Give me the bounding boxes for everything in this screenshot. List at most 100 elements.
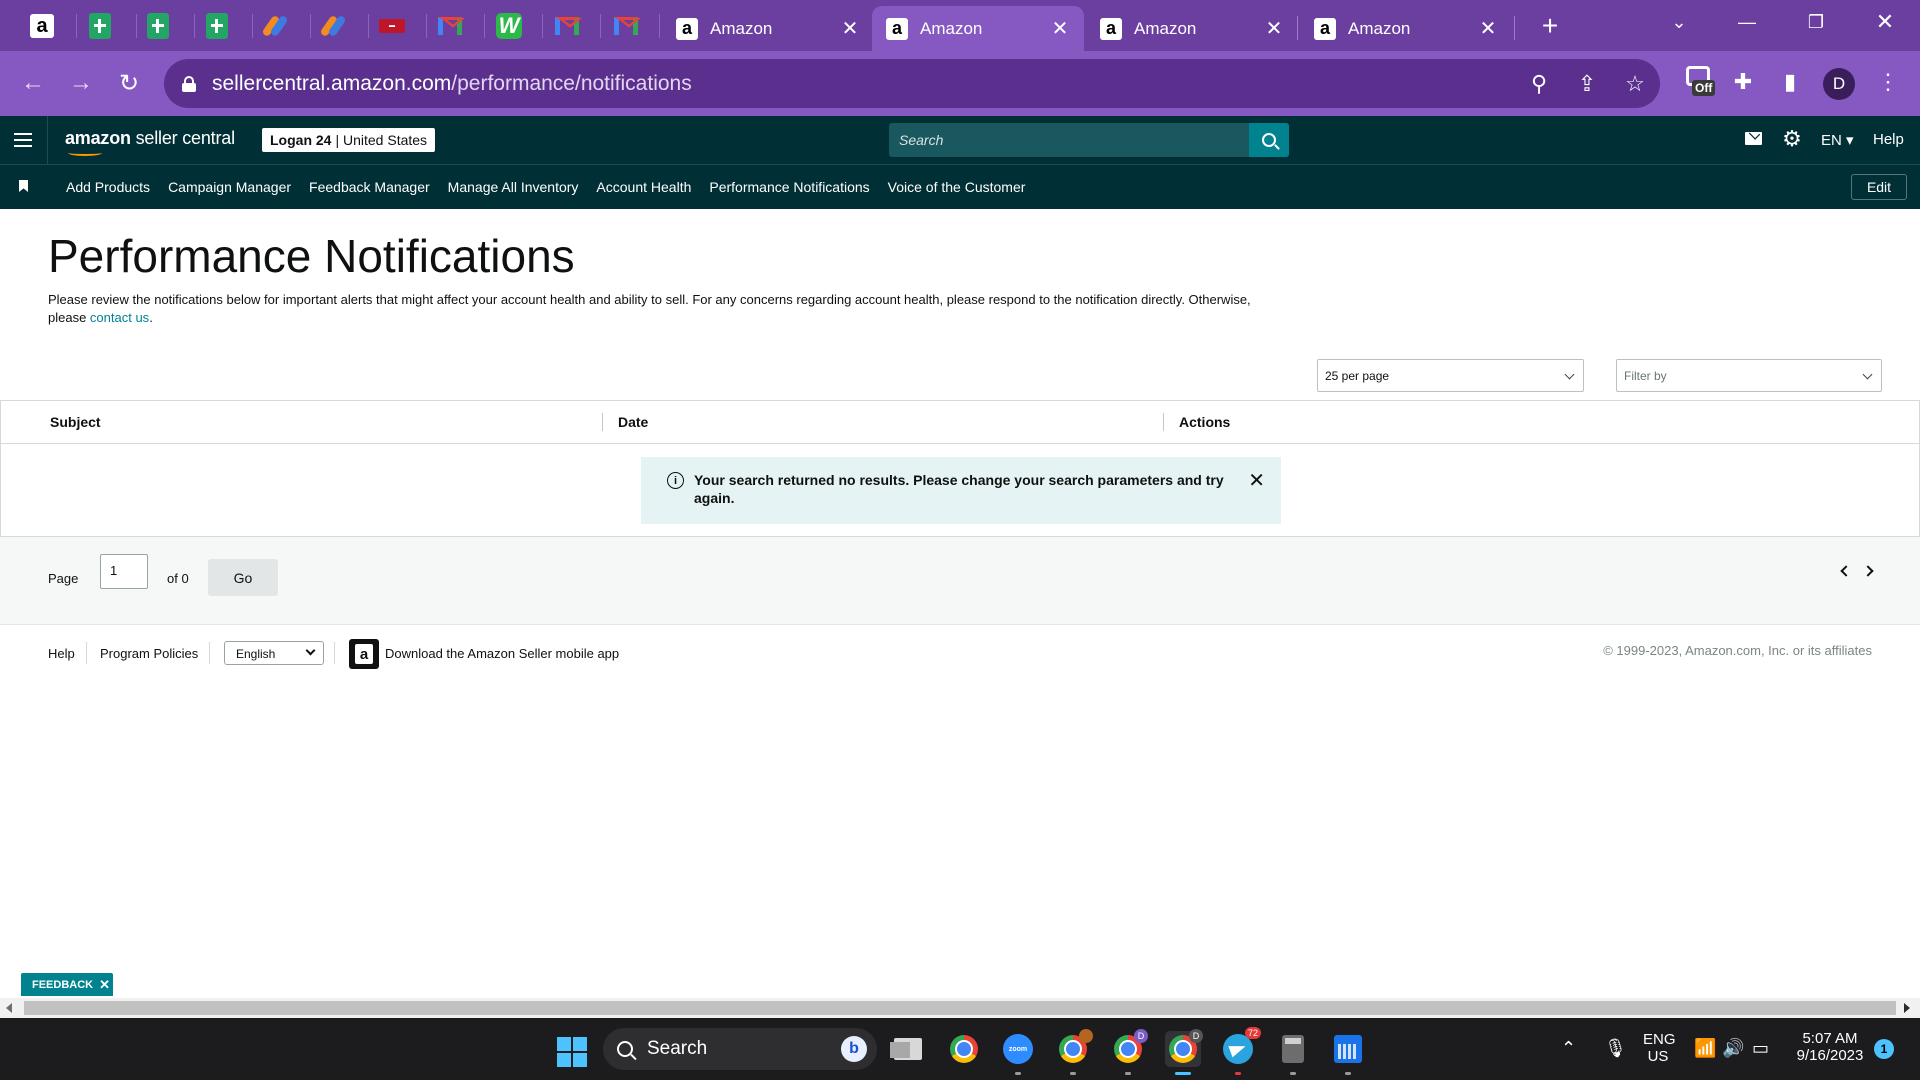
language-selector[interactable]: EN ▾ [1821, 131, 1854, 149]
seller-app-icon[interactable]: a [349, 639, 379, 669]
close-tab-icon[interactable]: ✕ [836, 15, 864, 43]
bookmark-star-icon[interactable]: ☆ [1622, 71, 1648, 97]
extensions-puzzle-icon[interactable]: ✚ [1727, 66, 1759, 98]
forward-arrow-icon[interactable]: → [62, 64, 100, 102]
windows-start-icon[interactable] [557, 1037, 587, 1067]
zoom-icon[interactable]: ⚲ [1526, 71, 1552, 97]
wifi-icon[interactable]: 📶 [1694, 1038, 1716, 1059]
nav-link-voice-of-customer[interactable]: Voice of the Customer [888, 179, 1026, 195]
go-button[interactable]: Go [208, 559, 278, 596]
pinned-tab-app[interactable] [315, 8, 351, 44]
tab-search-chevron-icon[interactable]: ⌄ [1656, 6, 1702, 38]
profile-avatar[interactable]: D [1823, 68, 1855, 100]
close-tab-icon[interactable]: ✕ [1474, 15, 1502, 43]
search-button[interactable] [1249, 123, 1289, 157]
page-number-input[interactable]: 1 [100, 554, 148, 589]
extension-off-icon[interactable]: Off [1682, 62, 1718, 98]
volume-icon[interactable]: 🔊 [1722, 1038, 1744, 1059]
minimize-button[interactable]: — [1724, 6, 1770, 38]
input-language[interactable]: ENG US [1643, 1031, 1676, 1065]
mail-icon[interactable] [1745, 132, 1762, 145]
browser-tab-active[interactable]: a Amazon ✕ [872, 6, 1084, 51]
share-icon[interactable]: ⇪ [1574, 71, 1600, 97]
scrollbar-thumb[interactable] [24, 1001, 1896, 1015]
menu-dots-icon[interactable]: ⋮ [1872, 66, 1904, 98]
contact-us-link[interactable]: contact us [90, 310, 149, 325]
browser-tab[interactable]: a Amazon ✕ [1300, 6, 1512, 51]
download-app-link[interactable]: Download the Amazon Seller mobile app [385, 646, 619, 661]
pinned-tab-sheets[interactable] [199, 8, 235, 44]
telegram-icon[interactable]: 72 [1220, 1027, 1261, 1075]
close-alert-icon[interactable]: ✕ [1248, 471, 1265, 491]
pinned-tab-sheets[interactable] [82, 8, 118, 44]
address-bar[interactable]: sellercentral.amazon.com/performance/not… [164, 59, 1660, 108]
calculator-icon[interactable] [1275, 1031, 1311, 1075]
gear-icon[interactable]: ⚙ [1781, 128, 1803, 150]
horizontal-scrollbar[interactable] [0, 998, 1920, 1018]
scroll-left-icon[interactable] [6, 1003, 12, 1013]
restore-button[interactable]: ❐ [1793, 6, 1839, 38]
pinned-tab-amazon[interactable]: a [24, 8, 60, 44]
search-input[interactable]: Search [889, 132, 1249, 148]
scroll-right-icon[interactable] [1904, 1003, 1910, 1013]
nav-link-manage-inventory[interactable]: Manage All Inventory [448, 179, 579, 195]
column-header-subject[interactable]: Subject [50, 414, 101, 430]
tray-overflow-chevron-icon[interactable]: ⌃ [1561, 1038, 1576, 1059]
back-arrow-icon[interactable]: ← [14, 64, 52, 102]
per-page-select[interactable]: 25 per page [1317, 359, 1584, 392]
reload-icon[interactable]: ↻ [110, 64, 148, 102]
clock[interactable]: 5:07 AM 9/16/2023 [1790, 1030, 1870, 1064]
footer-help-link[interactable]: Help [48, 646, 75, 661]
chrome-profile-icon[interactable] [1055, 1029, 1093, 1075]
notification-badge[interactable]: 1 [1874, 1039, 1894, 1059]
bing-icon[interactable]: b [841, 1036, 867, 1062]
close-tab-icon[interactable]: ✕ [1046, 15, 1074, 43]
nav-link-feedback-manager[interactable]: Feedback Manager [309, 179, 430, 195]
seller-search-bar[interactable]: Search [889, 123, 1289, 157]
chrome-profile-icon[interactable]: D [1110, 1029, 1148, 1075]
pinned-tab-site[interactable]: ▬ [374, 8, 410, 44]
nav-link-performance-notifications[interactable]: Performance Notifications [709, 179, 869, 195]
column-header-date[interactable]: Date [618, 414, 648, 430]
pinned-tab-sheets[interactable] [140, 8, 176, 44]
battery-icon[interactable]: ▭ [1752, 1038, 1769, 1059]
chrome-profile-active-icon[interactable]: D [1165, 1029, 1203, 1075]
side-panel-icon[interactable]: ▮ [1774, 66, 1806, 98]
pinned-tab-gmail[interactable] [432, 8, 468, 44]
close-window-button[interactable]: ✕ [1862, 6, 1908, 38]
bookmark-icon[interactable] [19, 180, 28, 192]
footer-language-select[interactable]: English [224, 641, 324, 665]
next-page-icon[interactable] [1862, 565, 1874, 577]
zoom-app-icon[interactable]: zoom [1000, 1031, 1036, 1075]
pinned-tab-gmail[interactable] [549, 8, 585, 44]
seller-central-logo[interactable]: amazon seller central [65, 128, 235, 156]
pinned-tab-app[interactable] [257, 8, 293, 44]
pinned-tab-app[interactable]: W [491, 8, 527, 44]
microphone-icon[interactable]: 🎙 [1604, 1038, 1627, 1059]
taskbar-search[interactable]: Search b [603, 1028, 877, 1070]
calendar-icon[interactable] [1330, 1031, 1366, 1075]
close-feedback-icon[interactable]: ✕ [99, 977, 110, 993]
store-switcher[interactable]: Logan 24 | United States [262, 128, 436, 152]
previous-page-icon[interactable] [1840, 565, 1852, 577]
nav-link-account-health[interactable]: Account Health [596, 179, 691, 195]
close-tab-icon[interactable]: ✕ [1260, 15, 1288, 43]
filter-select[interactable]: Filter by [1616, 359, 1882, 392]
column-header-actions[interactable]: Actions [1179, 414, 1230, 430]
hamburger-menu-icon[interactable] [12, 130, 34, 150]
browser-tab[interactable]: a Amazon ✕ [1086, 6, 1298, 51]
new-tab-button[interactable]: + [1534, 10, 1566, 42]
pinned-tab-gmail[interactable] [608, 8, 644, 44]
program-policies-link[interactable]: Program Policies [100, 646, 198, 661]
browser-tab[interactable]: a Amazon ✕ [662, 6, 874, 51]
nav-link-campaign-manager[interactable]: Campaign Manager [168, 179, 291, 195]
task-view-icon[interactable] [890, 1031, 926, 1067]
no-results-alert: i Your search returned no results. Pleas… [641, 457, 1281, 524]
tab-separator [252, 14, 253, 38]
edit-nav-button[interactable]: Edit [1851, 174, 1907, 200]
feedback-tab[interactable]: FEEDBACK ✕ [21, 973, 113, 996]
nav-link-add-products[interactable]: Add Products [66, 179, 150, 195]
chrome-icon[interactable] [946, 1031, 982, 1067]
site-logo-icon: ▬ [379, 19, 405, 33]
help-link[interactable]: Help [1873, 131, 1904, 148]
